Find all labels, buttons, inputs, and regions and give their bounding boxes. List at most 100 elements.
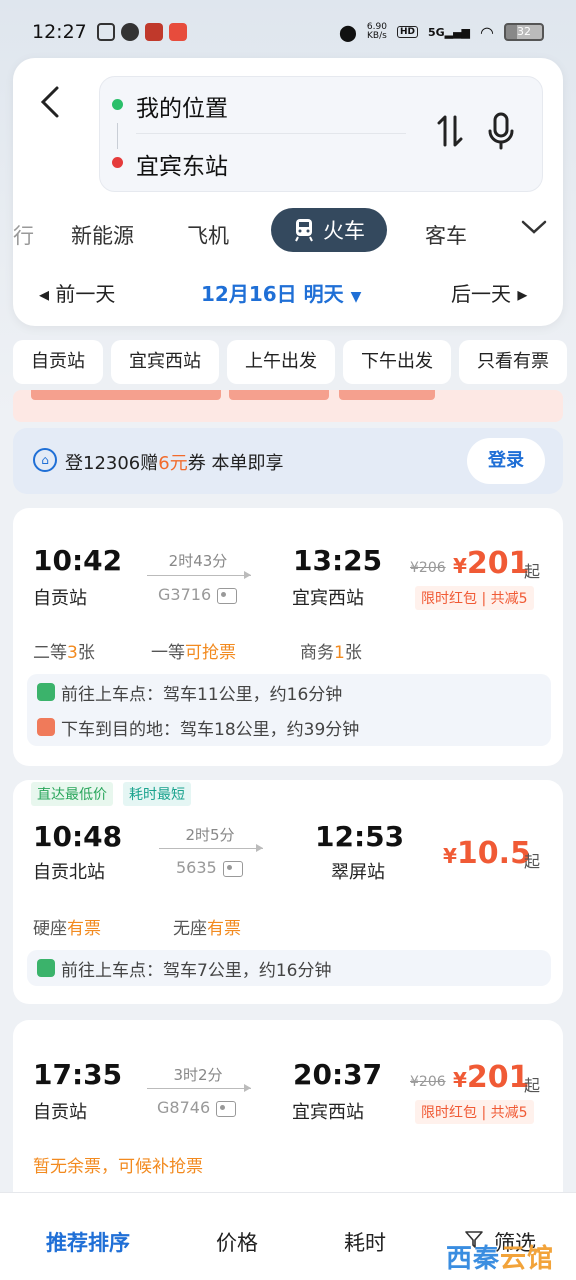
promo-bar-3 xyxy=(339,390,435,400)
current-date-button[interactable]: 12月16日 明天 ▼ xyxy=(201,278,361,307)
seat-hard: 硬座有票 xyxy=(33,914,101,939)
transfer-line-1: 前往上车点：驾车11公里，约16分钟 xyxy=(61,685,343,705)
transfer-info: 前往上车点：驾车7公里，约16分钟 xyxy=(27,950,551,986)
game-icon xyxy=(144,23,163,41)
tag-shortest-time: 耗时最短 xyxy=(123,782,191,806)
login-text-a: 登12306赠 xyxy=(65,453,159,474)
seat-label: 硬座 xyxy=(33,919,67,939)
hd-icon: HD xyxy=(396,26,418,38)
speed-unit: KB/s xyxy=(367,31,387,41)
train-number: G3716 xyxy=(158,585,238,604)
dropdown-icon: ▼ xyxy=(350,289,362,305)
chip-zigong[interactable]: 自贡站 xyxy=(13,340,103,384)
train-card-2[interactable]: 直达最低价 耗时最短 10:48 自贡北站 2时5分 5635 12:53 翠屏… xyxy=(13,780,563,1004)
voice-button[interactable] xyxy=(486,111,516,151)
promo-tag: 限时红包 | 共减5 xyxy=(415,586,534,610)
price-value: 201 xyxy=(466,546,530,581)
price-value: 10.5 xyxy=(456,836,531,871)
search-card: 我的位置 宜宾东站 行 新能源 飞机 火车 客车 ◂ 前一天 12月16日 明天… xyxy=(13,58,563,326)
depart-time: 10:42 xyxy=(33,544,123,577)
app-notification-icon xyxy=(96,23,115,41)
train-card-1[interactable]: 10:42 自贡站 2时43分 G3716 13:25 宜宾西站 ¥206 ¥2… xyxy=(13,508,563,766)
origin-field[interactable]: 我的位置 xyxy=(136,89,228,123)
login-banner: ⌂ 登12306赠6元券 本单即享 登录 xyxy=(13,428,563,494)
arrive-time: 12:53 xyxy=(315,820,405,853)
current-date-label: 12月16日 明天 xyxy=(201,282,344,306)
depart-time: 10:48 xyxy=(33,820,123,853)
next-day-label: 后一天 xyxy=(451,282,511,306)
login-button[interactable]: 登录 xyxy=(467,438,545,484)
destination-field[interactable]: 宜宾东站 xyxy=(136,147,228,181)
depart-station: 自贡北站 xyxy=(33,862,105,883)
microphone-icon xyxy=(488,112,514,150)
promo-strip[interactable] xyxy=(13,390,563,422)
train-card-3[interactable]: 17:35 自贡站 3时2分 G8746 20:37 宜宾西站 ¥206 ¥20… xyxy=(13,1020,563,1210)
status-right: ⬤ 6.90 KB/s HD 5G▂▄▆ ◠ 32 xyxy=(339,23,544,42)
prev-day-button[interactable]: ◂ 前一天 xyxy=(39,278,115,307)
tag-lowest-price: 直达最低价 xyxy=(31,782,113,806)
chip-morning[interactable]: 上午出发 xyxy=(227,340,335,384)
signal-icon: 5G▂▄▆ xyxy=(427,25,471,39)
tab-train[interactable]: 火车 xyxy=(271,208,387,252)
tab-partial[interactable]: 行 xyxy=(13,220,34,250)
seat-standing: 无座有票 xyxy=(173,914,241,939)
tab-new-energy[interactable]: 新能源 xyxy=(71,220,134,250)
arrive-time: 13:25 xyxy=(293,544,383,577)
currency: ¥ xyxy=(453,1068,467,1092)
railway-logo-icon: ⌂ xyxy=(33,448,57,472)
seat-label: 一等 xyxy=(151,643,185,663)
sort-duration[interactable]: 耗时 xyxy=(344,1227,386,1257)
swap-button[interactable] xyxy=(436,113,464,157)
original-price: ¥206 xyxy=(410,560,446,576)
next-day-button[interactable]: 后一天 ▸ xyxy=(451,278,527,307)
origin-dot-icon xyxy=(112,99,123,110)
train-icon xyxy=(295,219,313,242)
expand-modes-button[interactable] xyxy=(521,216,547,241)
swap-icon xyxy=(437,115,463,147)
train-number: G8746 xyxy=(157,1098,237,1117)
route-arrow xyxy=(159,844,263,852)
watermark-char: 秦 xyxy=(473,1244,501,1274)
status-time: 12:27 xyxy=(32,21,87,43)
duration: 2时5分 xyxy=(185,826,235,844)
network-speed: 6.90 KB/s xyxy=(367,23,387,41)
chip-yibin-west[interactable]: 宜宾西站 xyxy=(111,340,219,384)
tab-flight[interactable]: 飞机 xyxy=(187,220,229,250)
back-button[interactable] xyxy=(35,82,75,122)
sort-recommended[interactable]: 推荐排序 xyxy=(46,1227,130,1257)
chip-available-only[interactable]: 只看有票 xyxy=(459,340,567,384)
route-connector xyxy=(117,123,118,149)
train-number: 5635 xyxy=(176,858,243,877)
seat-value: 有票 xyxy=(207,919,241,939)
chevron-left-icon xyxy=(40,86,59,118)
depart-station: 自贡站 xyxy=(33,588,87,609)
original-price: ¥206 xyxy=(410,1074,446,1090)
watermark-char: 西 xyxy=(446,1244,474,1274)
train-number-label: G3716 xyxy=(158,585,212,604)
arrive-station: 翠屏站 xyxy=(331,862,385,883)
price-value: 201 xyxy=(466,1060,530,1095)
seat-value: 有票 xyxy=(67,919,101,939)
chip-afternoon[interactable]: 下午出发 xyxy=(343,340,451,384)
notification-icons xyxy=(96,23,187,41)
transfer-line-1: 前往上车点：驾车7公里，约16分钟 xyxy=(61,961,332,981)
car-dropoff-icon xyxy=(37,718,55,736)
chevron-down-icon xyxy=(521,220,547,234)
tab-bus[interactable]: 客车 xyxy=(425,220,467,250)
seat-unit: 张 xyxy=(344,643,362,663)
car-pickup-icon xyxy=(37,683,55,701)
arrive-station: 宜宾西站 xyxy=(292,1102,364,1123)
watermark: 西秦云馆 xyxy=(446,1238,554,1275)
route-box: 我的位置 宜宾东站 xyxy=(99,76,543,192)
tab-train-label: 火车 xyxy=(323,219,365,243)
price-suffix: 起 xyxy=(524,1076,541,1095)
filter-chips: 自贡站 宜宾西站 上午出发 下午出发 只看有票 xyxy=(13,340,576,386)
route-divider xyxy=(136,133,406,134)
seat-business: 商务1张 xyxy=(300,638,362,663)
battery-icon: 32 xyxy=(504,23,544,41)
sort-price[interactable]: 价格 xyxy=(216,1227,258,1257)
waitlist-notice: 暂无余票，可候补抢票 xyxy=(33,1157,203,1177)
currency: ¥ xyxy=(443,844,457,868)
arrive-time: 20:37 xyxy=(293,1058,383,1091)
id-card-icon xyxy=(222,860,243,877)
